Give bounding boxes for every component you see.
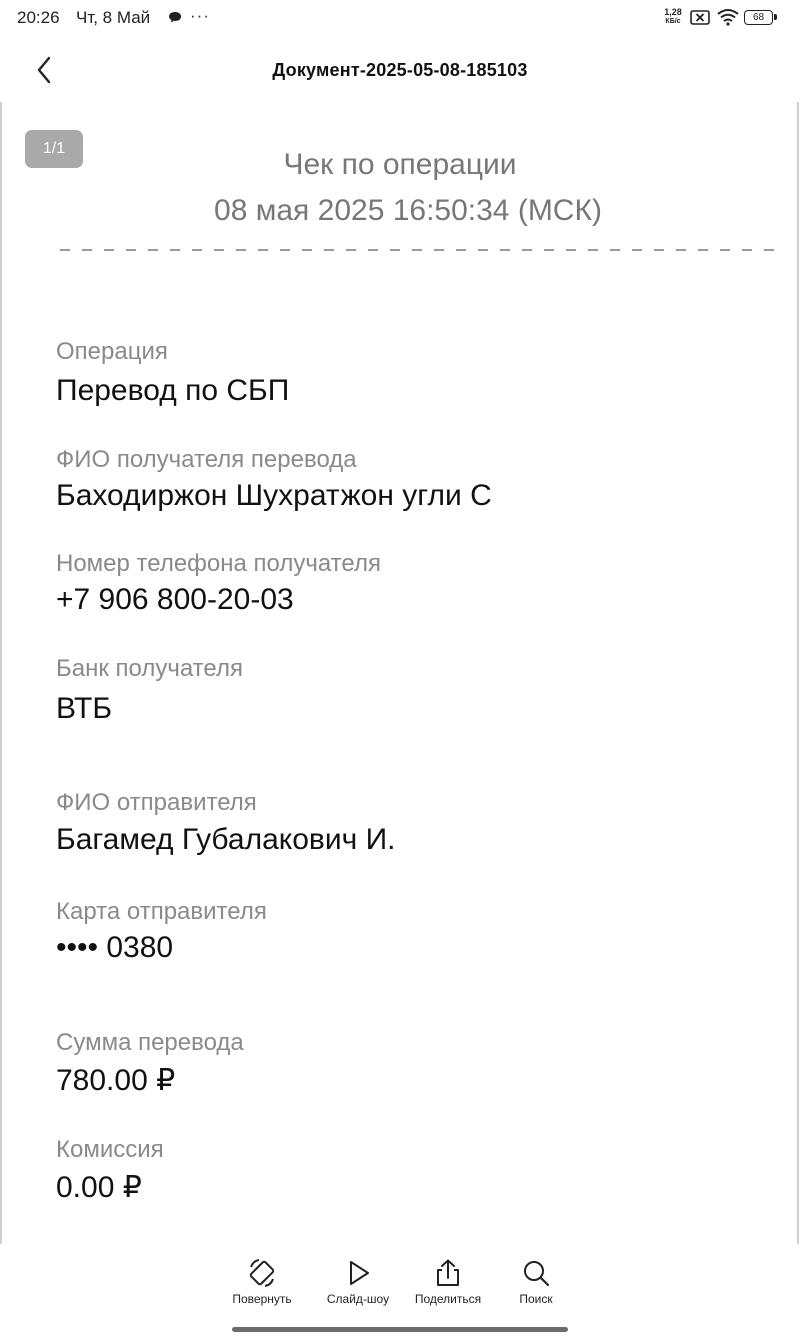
slideshow-label: Слайд-шоу (326, 1292, 390, 1306)
chat-bubble-icon (169, 12, 181, 23)
battery-level: 68 (744, 10, 773, 25)
dashed-separator (60, 249, 774, 251)
transfer-amount-label: Сумма перевода (56, 1029, 244, 1056)
share-icon (437, 1259, 459, 1286)
app-bar: Документ-2025-05-08-185103 (0, 40, 800, 100)
recipient-phone-label: Номер телефона получателя (56, 550, 381, 577)
recipient-bank-label: Банк получателя (56, 655, 243, 682)
recipient-name-value: Баходиржон Шухратжон угли С (56, 479, 492, 512)
status-more-dots: ··· (190, 6, 210, 25)
operation-value: Перевод по СБП (56, 374, 290, 407)
share-label: Поделиться (414, 1292, 482, 1306)
document-title: Документ-2025-05-08-185103 (272, 60, 528, 80)
no-sim-icon (690, 10, 710, 25)
sender-card-value: •••• 0380 (56, 931, 174, 964)
wifi-icon (717, 9, 739, 26)
sender-name-label: ФИО отправителя (56, 789, 257, 816)
operation-label: Операция (56, 338, 168, 365)
slideshow-button[interactable]: Слайд-шоу (313, 1258, 403, 1306)
status-time: 20:26 (17, 8, 60, 27)
bottom-toolbar: Повернуть Слайд-шоу Поделиться Поиск (0, 1244, 800, 1340)
search-label: Поиск (519, 1292, 553, 1306)
sender-card-label: Карта отправителя (56, 898, 267, 925)
commission-label: Комиссия (56, 1136, 164, 1163)
search-icon (524, 1261, 550, 1287)
battery-icon: 68 (744, 10, 778, 25)
network-speed: 1,28 КБ/с (660, 8, 686, 26)
receipt-datetime: 08 мая 2025 16:50:34 (МСК) (214, 194, 602, 227)
network-speed-unit: КБ/с (665, 18, 681, 25)
rotate-icon (249, 1259, 275, 1287)
sender-name-value: Багамед Губалакович И. (56, 823, 396, 856)
play-icon (350, 1261, 369, 1285)
recipient-bank-value: ВТБ (56, 692, 113, 725)
share-button[interactable]: Поделиться (403, 1258, 493, 1306)
status-date: Чт, 8 Май (76, 8, 151, 27)
search-button[interactable]: Поиск (491, 1258, 581, 1306)
rotate-button[interactable]: Повернуть (217, 1258, 307, 1306)
battery-tip (774, 14, 777, 20)
network-speed-value: 1,28 (664, 7, 682, 17)
transfer-amount-value: 780.00 ₽ (56, 1064, 176, 1097)
status-bar: 20:26 Чт, 8 Май ··· 1,28 КБ/с 68 (0, 0, 800, 36)
home-indicator[interactable] (232, 1327, 568, 1332)
document-viewer[interactable]: 1/1 Чек по операции 08 мая 2025 16:50:34… (0, 102, 800, 1244)
rotate-label: Повернуть (232, 1292, 292, 1306)
recipient-phone-value: +7 906 800-20-03 (56, 583, 294, 616)
recipient-name-label: ФИО получателя перевода (56, 446, 357, 473)
commission-value: 0.00 ₽ (56, 1171, 142, 1204)
receipt-title: Чек по операции (283, 148, 517, 181)
